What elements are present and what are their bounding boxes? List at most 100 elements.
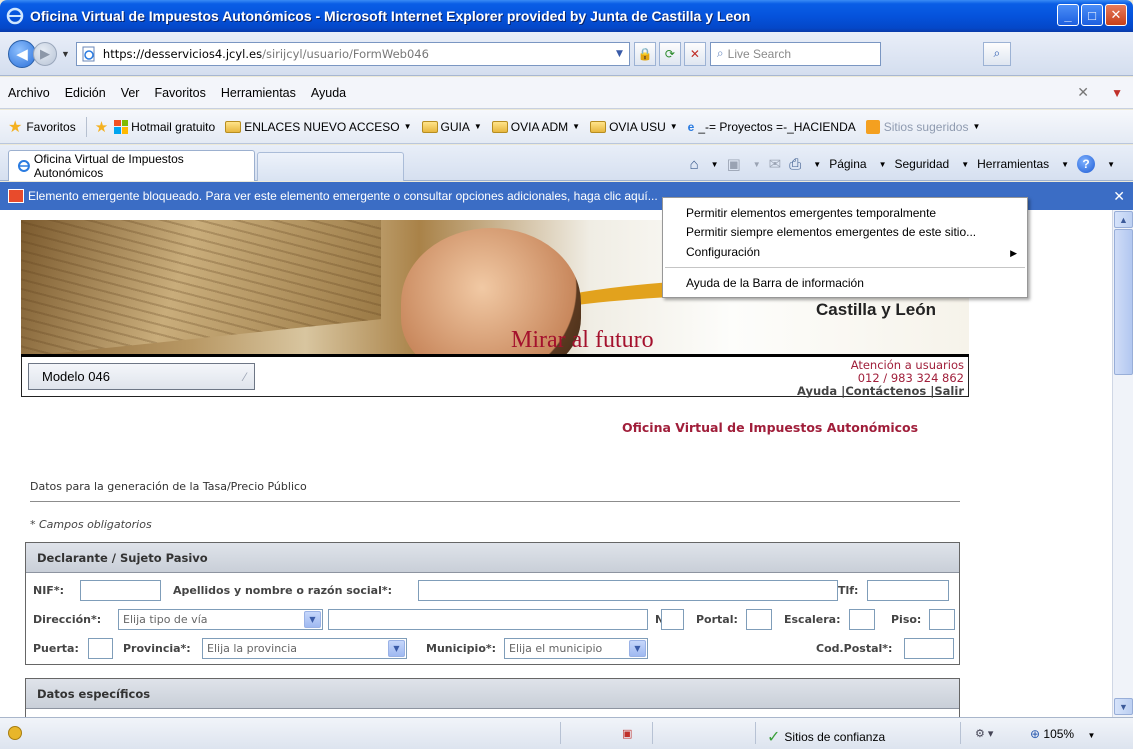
security-zone[interactable]: ✓ Sitios de confianza	[767, 727, 885, 747]
nif-label: NIF*:	[33, 584, 64, 597]
municipio-select[interactable]: Elija el municipio ▼	[504, 638, 648, 659]
banner-map-image	[21, 220, 381, 357]
chevron-down-icon[interactable]: ▼	[711, 160, 719, 169]
protected-mode-icon[interactable]: ⚙ ▾	[975, 727, 993, 740]
window-title: Oficina Virtual de Impuestos Autonómicos…	[30, 8, 751, 24]
menu-ver[interactable]: Ver	[121, 86, 140, 100]
history-dropdown-icon[interactable]: ▼	[61, 49, 70, 59]
address-toolbar: ◀ ▶ ▼ https://desservicios4.jcyl.es/siri…	[0, 32, 1133, 76]
menu-edicion[interactable]: Edición	[65, 86, 106, 100]
fav-folder-label: OVIA ADM	[510, 119, 569, 134]
fav-sugeridos[interactable]: Sitios sugeridos ▼	[865, 119, 981, 134]
stop-button[interactable]: ✕	[683, 41, 706, 66]
menu-bar: Archivo Edición Ver Favoritos Herramient…	[0, 77, 1133, 109]
back-button[interactable]: ◀	[8, 39, 36, 68]
security-lock-button[interactable]: 🔒	[633, 41, 656, 66]
command-seguridad[interactable]: Seguridad	[894, 157, 949, 171]
folder-icon	[225, 120, 242, 133]
escalera-field[interactable]	[849, 609, 875, 630]
mail-icon[interactable]: ✉	[769, 155, 782, 173]
stop-icon: ✕	[689, 46, 700, 61]
municipio-label: Municipio*:	[426, 642, 497, 655]
nif-field[interactable]	[80, 580, 161, 601]
zoom-control[interactable]: ⊕ 105% ▼	[1030, 727, 1095, 741]
popup-status-icon[interactable]: ▣	[622, 727, 632, 740]
close-window-button[interactable]: ✕	[1105, 4, 1127, 26]
folder-icon	[491, 120, 508, 133]
tlf-label: Tlf:	[838, 584, 859, 597]
fav-folder-enlaces[interactable]: ENLACES NUEVO ACCESO ▼	[225, 119, 412, 134]
refresh-button[interactable]: ⟳	[658, 41, 681, 66]
fav-folder-label: ENLACES NUEVO ACCESO	[244, 119, 400, 134]
portal-label: Portal:	[696, 613, 738, 626]
menu-ayuda[interactable]: Ayuda	[311, 86, 346, 100]
address-field[interactable]: https://desservicios4.jcyl.es/sirijcyl/u…	[75, 41, 630, 66]
menu-archivo[interactable]: Archivo	[8, 86, 50, 100]
favorites-button[interactable]: ★ Favoritos	[8, 117, 76, 137]
suggested-sites-icon	[865, 119, 880, 134]
minimize-button[interactable]: _	[1057, 4, 1079, 26]
modelo-button[interactable]: Modelo 046 ⁄	[28, 363, 255, 390]
ie-tab-icon	[17, 160, 30, 172]
puerta-field[interactable]	[88, 638, 113, 659]
infobar-close-icon[interactable]: ✕	[1113, 188, 1125, 205]
fav-folder-guia[interactable]: GUIA ▼	[421, 120, 482, 134]
fav-proyectos[interactable]: e _-= Proyectos =-_HACIENDA	[688, 120, 856, 134]
menu-herramientas[interactable]: Herramientas	[221, 86, 296, 100]
scroll-down-icon[interactable]: ▼	[1114, 698, 1133, 715]
search-button[interactable]: ⌕	[982, 41, 1011, 66]
lock-icon: 🔒	[637, 46, 653, 61]
fav-folder-ovia-usu[interactable]: OVIA USU ▼	[590, 120, 678, 134]
chevron-down-icon: ▼	[752, 159, 761, 169]
declarante-title: Declarante / Sujeto Pasivo	[26, 543, 959, 573]
support-links[interactable]: Ayuda |Contáctenos |Salir	[797, 385, 964, 398]
numero-field[interactable]	[661, 609, 684, 630]
piso-field[interactable]	[929, 609, 955, 630]
cp-field[interactable]	[904, 638, 954, 659]
forward-button[interactable]: ▶	[33, 41, 57, 66]
menu-allow-temporarily[interactable]: Permitir elementos emergentes temporalme…	[686, 206, 936, 220]
via-select-value: Elija tipo de vía	[123, 613, 208, 626]
vertical-scrollbar[interactable]: ▲ ▼	[1112, 210, 1133, 717]
direccion-field[interactable]	[328, 609, 648, 630]
menu-configuracion[interactable]: Configuración	[686, 245, 760, 259]
chevron-down-icon[interactable]: ▼	[813, 160, 821, 169]
menubar-close-icon[interactable]: ✕	[1077, 84, 1089, 101]
required-note: * Campos obligatorios	[30, 518, 152, 531]
search-input[interactable]: ⌕ Live Search	[709, 41, 881, 66]
back-arrow-icon: ◀	[16, 45, 28, 63]
chevron-down-icon: ▼	[972, 122, 981, 131]
help-icon[interactable]: ?	[1077, 155, 1096, 173]
toolbar-extension-icon[interactable]: ▼	[1111, 86, 1123, 100]
print-icon[interactable]: ⎙	[789, 156, 801, 173]
portal-field[interactable]	[746, 609, 772, 630]
menu-favoritos[interactable]: Favoritos	[154, 86, 205, 100]
scroll-thumb[interactable]	[1114, 229, 1133, 375]
apellidos-label: Apellidos y nombre o razón social*:	[173, 584, 393, 597]
home-icon[interactable]: ⌂	[690, 156, 699, 173]
command-pagina[interactable]: Página	[829, 157, 866, 171]
command-herramientas[interactable]: Herramientas	[977, 157, 1049, 171]
warning-icon[interactable]	[8, 726, 22, 740]
via-select[interactable]: Elija tipo de vía ▼	[118, 609, 323, 630]
menu-allow-always[interactable]: Permitir siempre elementos emergentes de…	[686, 225, 976, 239]
address-path: /sirijcyl/usuario/FormWeb046	[262, 46, 429, 61]
tab-active[interactable]: Oficina Virtual de Impuestos Autonómicos	[8, 150, 255, 181]
maximize-button[interactable]: □	[1081, 4, 1103, 26]
provincia-select[interactable]: Elija la provincia ▼	[202, 638, 407, 659]
menu-ayuda-barra[interactable]: Ayuda de la Barra de información	[686, 276, 864, 290]
nav-strip: Modelo 046 ⁄ Atención a usuarios 012 / 9…	[21, 357, 969, 398]
add-favorite-icon[interactable]: ★	[95, 118, 108, 136]
fav-hotmail[interactable]: Hotmail gratuito	[114, 119, 215, 134]
direccion-label: Dirección*:	[33, 613, 102, 626]
favorites-separator	[85, 116, 87, 137]
municipio-select-value: Elija el municipio	[509, 642, 603, 655]
address-dropdown-icon[interactable]: ▼	[616, 49, 623, 59]
fav-folder-ovia-adm[interactable]: OVIA ADM ▼	[491, 119, 580, 134]
scroll-up-icon[interactable]: ▲	[1114, 211, 1133, 228]
chevron-down-icon: ▼	[669, 122, 678, 131]
feeds-icon[interactable]: ▣	[727, 155, 741, 173]
apellidos-field[interactable]	[418, 580, 838, 601]
new-tab-button[interactable]	[257, 152, 404, 181]
tlf-field[interactable]	[867, 580, 949, 601]
